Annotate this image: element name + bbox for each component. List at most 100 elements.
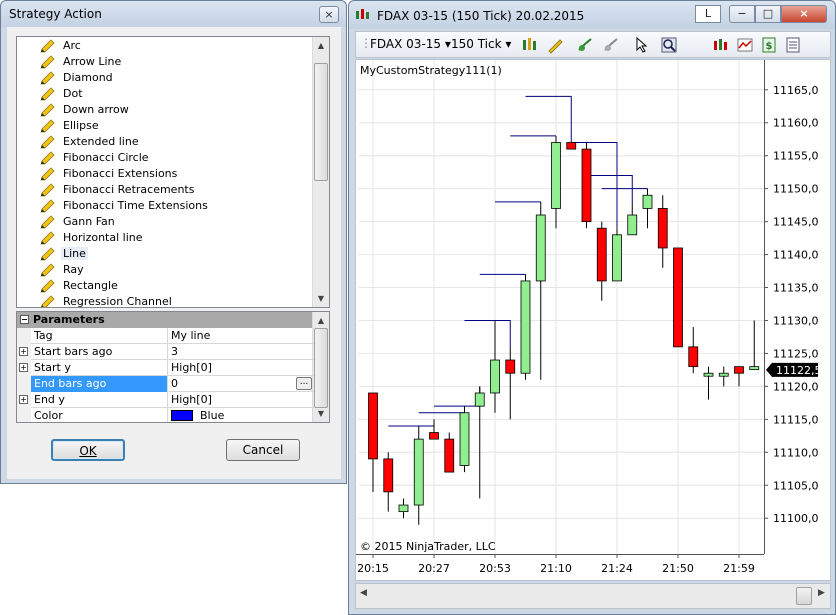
tool-item[interactable]: Regression Channel	[40, 294, 174, 307]
parameter-row[interactable]: Color Blue	[17, 408, 314, 422]
candle-body[interactable]	[596, 227, 607, 282]
parameter-value[interactable]: Blue	[167, 408, 314, 422]
tool-item[interactable]: Ellipse	[40, 118, 101, 134]
strategy-drawn-line[interactable]	[418, 406, 465, 414]
parameter-row[interactable]: + Start bars ago 3	[17, 344, 314, 360]
tool-item[interactable]: Rectangle	[40, 278, 120, 294]
candle-body[interactable]	[459, 412, 470, 466]
candle-body[interactable]	[505, 359, 516, 374]
candle-body[interactable]	[429, 432, 439, 440]
candle-body[interactable]	[551, 142, 561, 209]
candle-body[interactable]	[627, 214, 638, 236]
parameters-grid[interactable]: − Parameters ▲ ▼ Tag My line + Start bars a…	[16, 311, 330, 423]
ellipsis-button[interactable]: ...	[296, 377, 312, 390]
parameter-value[interactable]: 3	[167, 344, 314, 360]
chart-titlebar[interactable]: FDAX 03-15 (150 Tick) 20.02.2015 L − □ ×	[349, 1, 835, 29]
bar-type-icon[interactable]	[521, 36, 539, 54]
drawing-tool-list[interactable]: ▲ ▼ Arc Arrow Line Diamond Dot Down arrow Ell…	[16, 36, 330, 308]
candle-body[interactable]	[703, 372, 714, 377]
tool-item[interactable]: Arrow Line	[40, 54, 123, 70]
parameter-row[interactable]: + End y High[0]	[17, 392, 314, 408]
expand-icon[interactable]: +	[19, 395, 28, 404]
cancel-button[interactable]: Cancel	[226, 439, 300, 461]
candle-body[interactable]	[749, 366, 760, 371]
scroll-down-icon[interactable]: ▼	[313, 405, 329, 422]
candle-body[interactable]	[673, 247, 683, 348]
candle-body[interactable]	[688, 346, 699, 368]
scroll-up-icon[interactable]: ▲	[313, 37, 329, 54]
candle-body[interactable]	[520, 280, 531, 374]
parameter-value[interactable]: My line	[167, 328, 314, 344]
strategy-drawn-line[interactable]	[464, 319, 511, 347]
parameters-scrollbar[interactable]: ▲ ▼	[312, 312, 329, 422]
strategy-drawn-line[interactable]	[388, 419, 435, 427]
collapse-icon[interactable]: −	[20, 315, 29, 324]
scroll-right-icon[interactable]: ▶	[818, 588, 825, 598]
parameter-value[interactable]: 0...	[167, 376, 314, 392]
parameter-value[interactable]: High[0]	[167, 392, 314, 408]
ok-button[interactable]: OK	[51, 439, 125, 461]
parameter-row[interactable]: + Start y High[0]	[17, 360, 314, 376]
tool-item[interactable]: Line	[40, 246, 88, 262]
scroll-down-icon[interactable]: ▼	[313, 290, 329, 307]
candle-body[interactable]	[642, 194, 653, 209]
indicators-icon[interactable]	[736, 36, 754, 54]
chart-area[interactable]: 11100,0 11105,0 11110,0 11115,0 11120,0 11125…	[355, 59, 831, 581]
tool-item[interactable]: Fibonacci Time Extensions	[40, 198, 210, 214]
tool-list-scroll-thumb[interactable]	[314, 63, 328, 181]
candle-body[interactable]	[368, 392, 378, 460]
tool-item[interactable]: Fibonacci Circle	[40, 150, 151, 166]
dialog-titlebar[interactable]: Strategy Action ×	[1, 1, 346, 27]
candle-body[interactable]	[413, 438, 424, 506]
parameters-scroll-thumb[interactable]	[314, 328, 328, 408]
strategies-icon[interactable]: $	[760, 36, 778, 54]
tool-item[interactable]: Diamond	[40, 70, 115, 86]
tool-item[interactable]: Extended line	[40, 134, 141, 150]
interval-selector[interactable]: 150 Tick ▾	[451, 37, 511, 51]
parameter-value[interactable]: High[0]	[167, 360, 314, 376]
parameter-row[interactable]: End bars ago 0...	[17, 376, 314, 392]
tool-item[interactable]: Down arrow	[40, 102, 131, 118]
tool-item[interactable]: Gann Fan	[40, 214, 117, 230]
scroll-up-icon[interactable]: ▲	[313, 312, 329, 329]
data-series-icon[interactable]	[712, 36, 730, 54]
zoom-icon[interactable]	[660, 36, 678, 54]
remove-drawing-icon[interactable]	[602, 36, 620, 54]
candle-body[interactable]	[444, 438, 455, 473]
candle-body[interactable]	[490, 359, 500, 394]
chart-close-button[interactable]: ×	[781, 5, 827, 23]
add-indicator-icon[interactable]	[576, 36, 594, 54]
tool-list-scrollbar[interactable]: ▲ ▼	[312, 37, 329, 307]
candle-body[interactable]	[535, 214, 546, 282]
candle-body[interactable]	[383, 458, 394, 493]
candle-body[interactable]	[474, 392, 485, 407]
scroll-left-icon[interactable]: ◀	[360, 588, 367, 598]
cursor-icon[interactable]	[634, 36, 652, 54]
tool-item[interactable]: Fibonacci Extensions	[40, 166, 179, 182]
strategy-drawn-line[interactable]	[434, 386, 481, 407]
properties-icon[interactable]	[784, 36, 802, 54]
tool-item[interactable]: Dot	[40, 86, 85, 102]
expand-icon[interactable]: +	[19, 363, 28, 372]
link-button[interactable]: L	[695, 5, 721, 23]
parameters-header[interactable]: − Parameters	[17, 312, 314, 328]
maximize-button[interactable]: □	[755, 5, 781, 23]
candle-body[interactable]	[718, 372, 729, 377]
candle-body[interactable]	[612, 234, 622, 282]
candle-body[interactable]	[657, 208, 668, 249]
chart-horizontal-scrollbar[interactable]: ◀ ▶	[355, 583, 831, 609]
tool-item[interactable]: Fibonacci Retracements	[40, 182, 196, 198]
minimize-button[interactable]: −	[729, 5, 755, 23]
candle-body[interactable]	[581, 148, 592, 223]
chart-scroll-thumb[interactable]	[796, 587, 812, 605]
tool-item[interactable]: Horizontal line	[40, 230, 145, 246]
price-chart[interactable]: 11100,0 11105,0 11110,0 11115,0 11120,0 11125…	[356, 60, 830, 580]
instrument-selector[interactable]: FDAX 03-15 ▾	[370, 37, 451, 51]
parameter-row[interactable]: Tag My line	[17, 328, 314, 344]
dialog-close-button[interactable]: ×	[319, 6, 339, 23]
drawing-tool-icon[interactable]	[546, 36, 564, 54]
candle-body[interactable]	[566, 142, 577, 150]
tool-item[interactable]: Ray	[40, 262, 86, 278]
expand-icon[interactable]: +	[19, 347, 28, 356]
candle-body[interactable]	[734, 366, 744, 374]
